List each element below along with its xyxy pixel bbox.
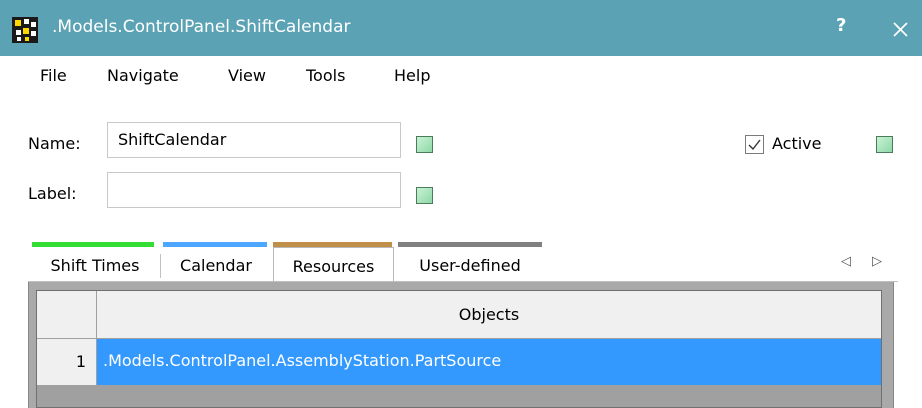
active-label: Active xyxy=(772,134,822,153)
active-checkbox[interactable] xyxy=(745,135,764,154)
active-inheritance-marker[interactable] xyxy=(876,136,893,153)
row-header[interactable]: 1 xyxy=(37,339,97,385)
window-title: .Models.ControlPanel.ShiftCalendar xyxy=(52,17,351,37)
close-button[interactable] xyxy=(885,10,915,46)
name-inheritance-marker[interactable] xyxy=(416,136,433,153)
tab-scroll-right-icon[interactable]: ▷ xyxy=(872,254,882,269)
label-label: Label: xyxy=(28,184,77,203)
menu-navigate[interactable]: Navigate xyxy=(107,66,179,85)
name-label: Name: xyxy=(28,134,81,153)
name-field[interactable]: ShiftCalendar xyxy=(107,122,401,158)
label-field[interactable] xyxy=(107,172,401,208)
tab-user-defined[interactable]: User-defined xyxy=(396,247,544,282)
app-icon xyxy=(12,17,38,43)
checkmark-icon xyxy=(748,139,761,151)
objects-table: Objects 1 .Models.ControlPanel.AssemblyS… xyxy=(36,290,882,408)
help-button[interactable]: ? xyxy=(836,15,846,36)
menu-bar: File Navigate View Tools Help xyxy=(0,56,922,96)
tab-scroll-left-icon[interactable]: ◁ xyxy=(841,254,851,269)
tab-shift-times[interactable]: Shift Times xyxy=(32,247,158,282)
menu-help[interactable]: Help xyxy=(394,66,430,85)
tab-resources[interactable]: Resources xyxy=(273,247,394,284)
table-cell-selected[interactable]: .Models.ControlPanel.AssemblyStation.Par… xyxy=(97,339,881,385)
column-header-objects[interactable]: Objects xyxy=(97,291,881,339)
title-bar: .Models.ControlPanel.ShiftCalendar ? xyxy=(0,0,922,56)
table-corner-cell[interactable] xyxy=(37,291,97,339)
label-inheritance-marker[interactable] xyxy=(416,187,433,204)
menu-view[interactable]: View xyxy=(228,66,266,85)
menu-file[interactable]: File xyxy=(40,66,67,85)
tab-separator xyxy=(160,254,161,278)
tab-calendar[interactable]: Calendar xyxy=(163,247,269,282)
close-icon xyxy=(893,22,908,37)
menu-tools[interactable]: Tools xyxy=(306,66,345,85)
